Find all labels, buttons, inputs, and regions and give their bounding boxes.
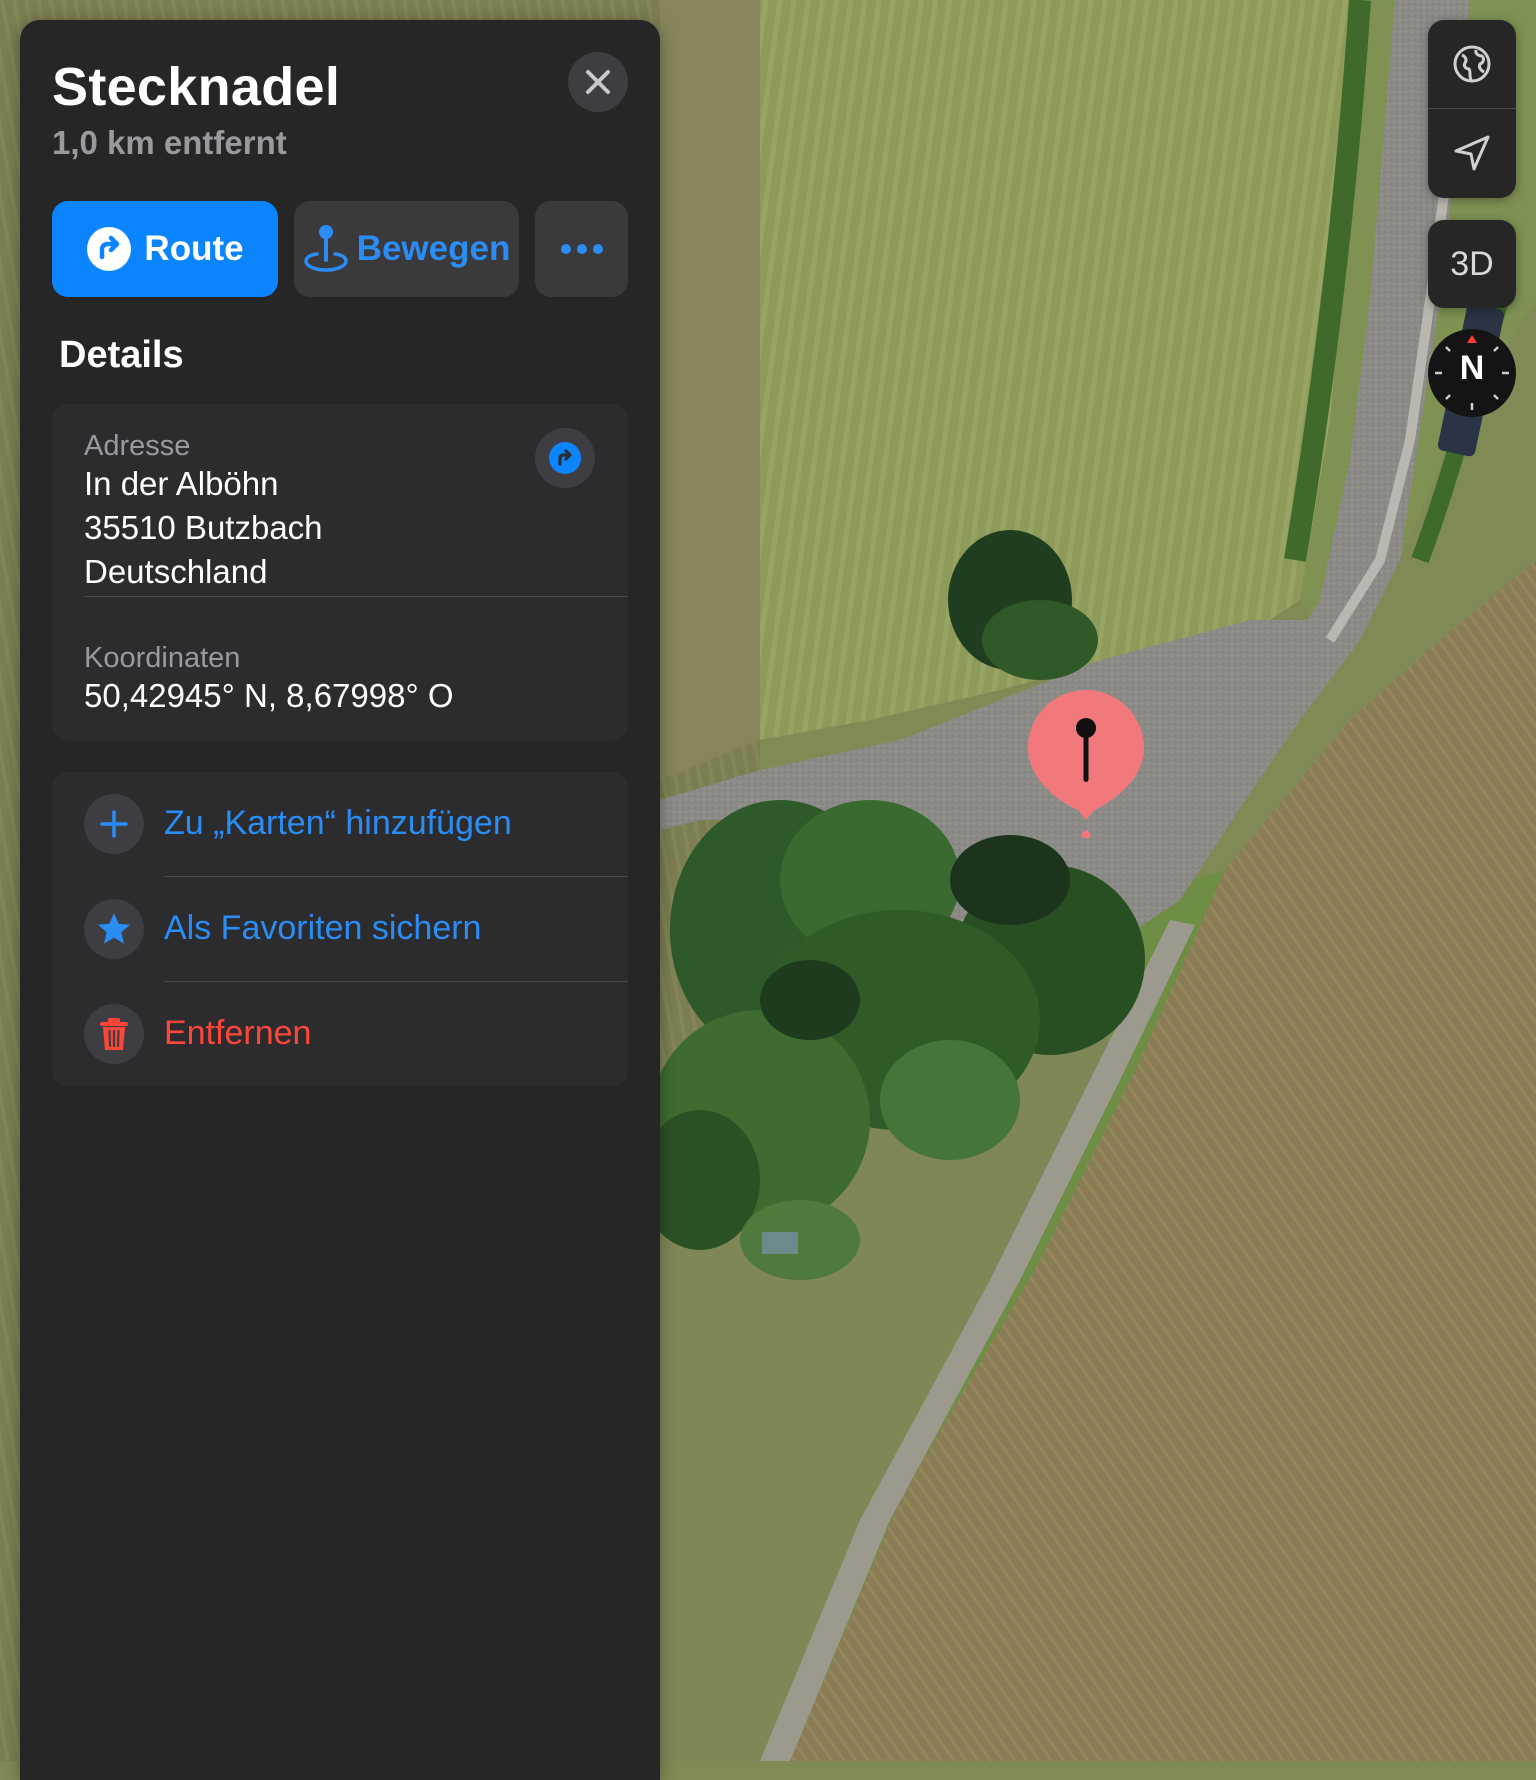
dropped-pin-marker[interactable] <box>1024 688 1148 840</box>
place-card-panel: Stecknadel 1,0 km entfernt Route Bewegen… <box>20 20 660 1780</box>
plus-icon <box>84 794 144 854</box>
address-line-3[interactable]: Deutschland <box>84 550 267 594</box>
compass-north-label: N <box>1459 349 1485 387</box>
compass-button[interactable]: N <box>1428 329 1516 417</box>
remove-label: Entfernen <box>164 1014 312 1052</box>
address-directions-button[interactable] <box>535 428 595 488</box>
move-label: Bewegen <box>356 229 511 268</box>
more-button[interactable] <box>535 201 628 297</box>
add-to-maps-label: Zu „Karten“ hinzufügen <box>164 804 512 842</box>
save-favorite-row[interactable]: Als Favoriten sichern <box>52 877 628 981</box>
close-icon <box>586 70 610 94</box>
address-line-2[interactable]: 35510 Butzbach <box>84 506 323 550</box>
directions-icon <box>87 227 132 271</box>
details-heading: Details <box>59 334 184 376</box>
address-label: Adresse <box>84 430 191 462</box>
save-favorite-label: Als Favoriten sichern <box>164 909 482 947</box>
close-button[interactable] <box>568 52 628 112</box>
map-mode-button[interactable] <box>1428 20 1516 108</box>
add-to-maps-row[interactable]: Zu „Karten“ hinzufügen <box>52 772 628 876</box>
ellipsis-icon <box>560 244 603 254</box>
star-icon <box>84 899 144 959</box>
actions-card: Zu „Karten“ hinzufügen Als Favoriten sic… <box>52 772 628 1086</box>
globe-icon <box>1453 45 1491 83</box>
move-pin-icon <box>303 225 348 272</box>
map-controls <box>1428 20 1516 198</box>
coordinates-label: Koordinaten <box>84 642 241 674</box>
remove-pin-row[interactable]: Entfernen <box>52 982 628 1086</box>
panel-title: Stecknadel <box>52 57 341 117</box>
distance-label: 1,0 km entfernt <box>52 124 287 161</box>
3d-view-button[interactable]: 3D <box>1428 220 1516 308</box>
coordinates-value[interactable]: 50,42945° N, 8,67998° O <box>84 674 454 718</box>
location-arrow-icon <box>1454 135 1490 171</box>
3d-label: 3D <box>1450 244 1494 283</box>
details-divider <box>84 596 628 597</box>
details-card: Adresse In der Alböhn 35510 Butzbach Deu… <box>52 404 628 741</box>
directions-icon <box>549 442 581 474</box>
address-line-1[interactable]: In der Alböhn <box>84 462 279 506</box>
current-location-button[interactable] <box>1428 109 1516 197</box>
route-label: Route <box>144 229 244 268</box>
move-pin-button[interactable]: Bewegen <box>294 201 519 297</box>
route-button[interactable]: Route <box>52 201 278 297</box>
trash-icon <box>84 1004 144 1064</box>
